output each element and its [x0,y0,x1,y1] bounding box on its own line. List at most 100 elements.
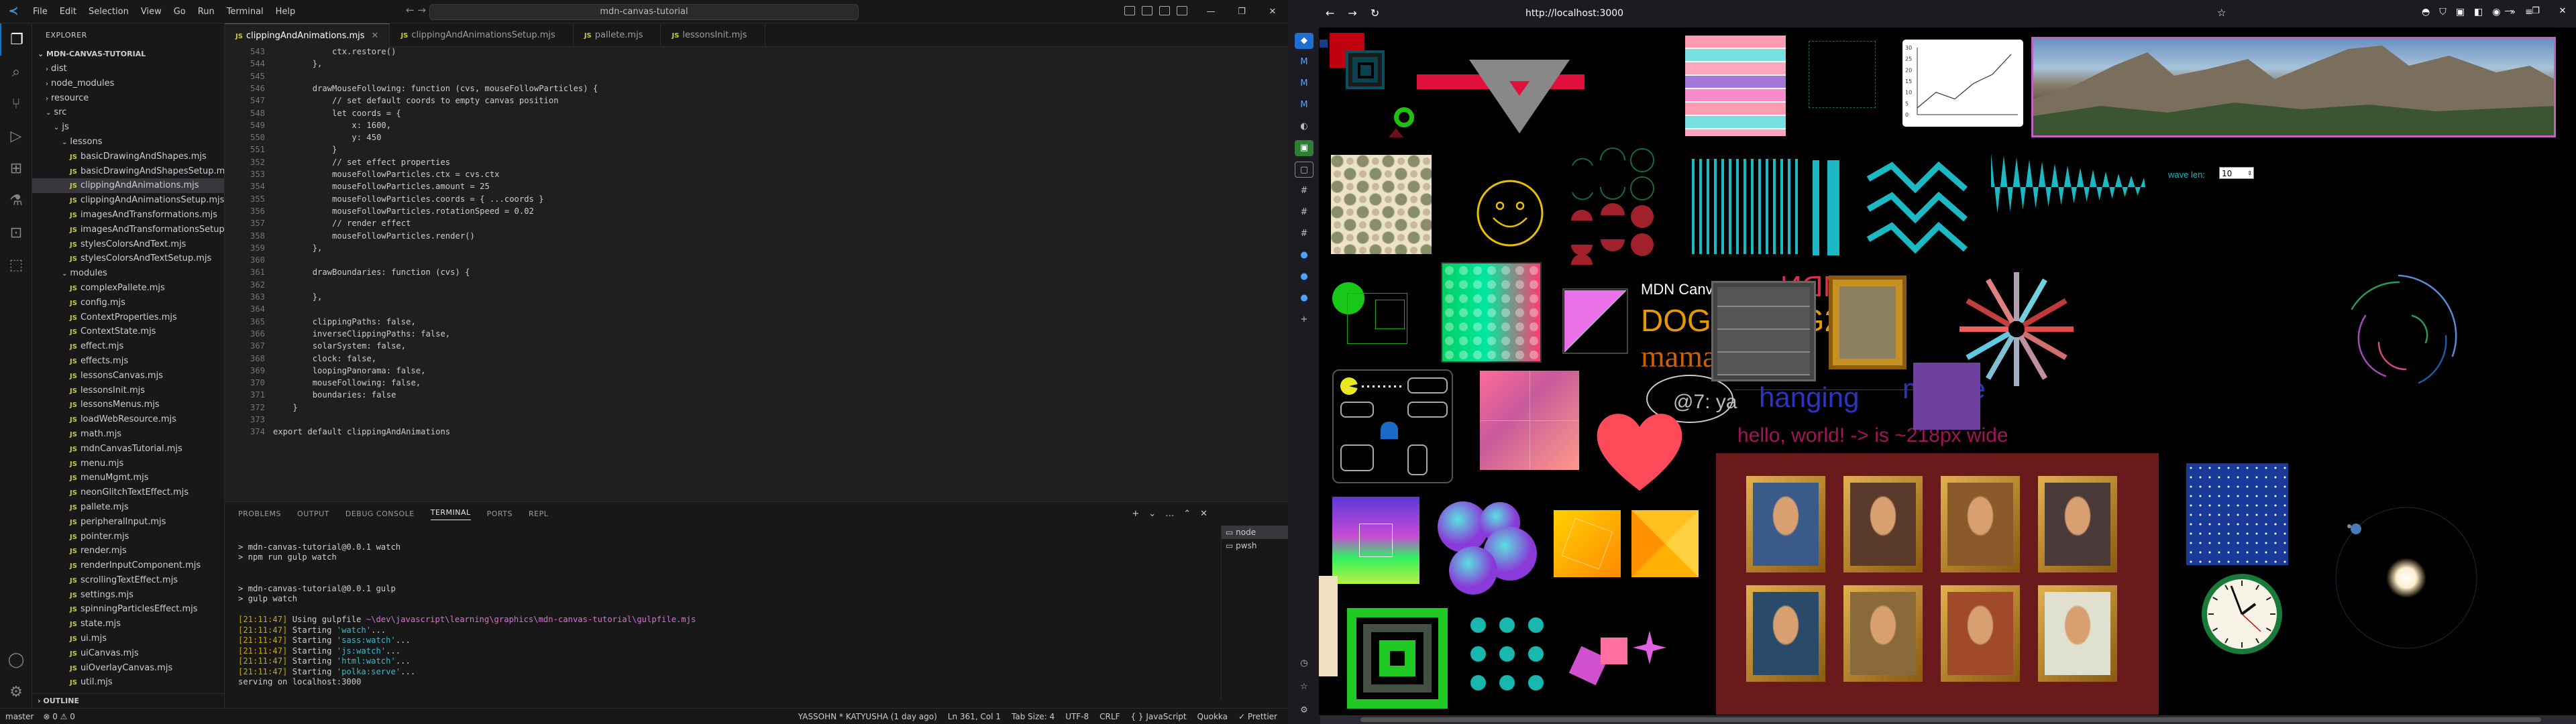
tab-close-icon[interactable]: ✕ [372,31,379,41]
tree-item[interactable]: JS settings.mjs [32,588,224,603]
tree-item[interactable]: JS config.mjs [32,296,224,310]
menu-go[interactable]: Go [168,7,192,17]
minimize-icon[interactable]: — [2496,0,2522,23]
extensions-icon[interactable]: ⊞ [0,152,32,184]
tree-item[interactable]: JS clippingAndAnimationsSetup.mjs [32,193,224,208]
horizontal-scrollbar[interactable] [1320,715,2576,724]
sidebar-m-icon[interactable]: M [1295,54,1313,70]
tree-item[interactable]: JS loadWebResource.mjs [32,412,224,427]
tree-item[interactable]: JS ContextState.mjs [32,324,224,339]
tree-item[interactable]: JS lessonsCanvas.mjs [32,369,224,383]
outline-section[interactable]: › OUTLINE [32,693,224,708]
tree-item[interactable]: JS lessonsMenus.mjs [32,398,224,412]
panel-tab-repl[interactable]: REPL [529,509,548,518]
tree-item[interactable]: JS imagesAndTransformations.mjs [32,208,224,223]
sidebar-bookmark-icon[interactable]: ☆ [1295,679,1313,695]
tree-item[interactable]: › resource [32,91,224,106]
maximize-icon[interactable]: ❐ [2522,0,2549,23]
tree-item[interactable]: JS spinningParticlesEffect.mjs [32,602,224,617]
testing-icon[interactable]: ⚗ [0,184,32,217]
sidebar-settings-icon[interactable]: ⚙ [1295,703,1313,719]
close-icon[interactable]: ✕ [1200,509,1208,519]
plus-icon[interactable]: + [1132,509,1139,519]
tutorial-canvas[interactable]: 30 25 20 15 10 5 0 wave len: 10 ⇕ MDN Ca… [1319,27,2576,715]
tree-item[interactable]: JS mdnCanvasTutorial.mjs [32,442,224,457]
tree-item[interactable]: ⌄ js [32,120,224,135]
settings-gear-icon[interactable]: ⚙ [0,676,32,708]
account-icon[interactable]: ◯ [0,644,32,676]
reload-icon[interactable]: ↻ [1371,7,1379,19]
editor-tab[interactable]: JS clippingAndAnimations.mjs ✕ [225,23,390,47]
menu-view[interactable]: View [135,7,168,17]
status-item[interactable]: master [5,712,34,721]
panel-tab-ports[interactable]: PORTS [487,509,513,518]
more-icon[interactable]: … [1165,509,1174,519]
layout-icon[interactable] [1142,6,1152,15]
terminal-output[interactable]: > mdn-canvas-tutorial@0.0.1 watch > npm r… [238,532,1218,688]
code-editor[interactable]: 543 ctx.restore() 544 }, 545 546 drawMouseF… [225,47,1288,496]
layout-icon[interactable] [1159,6,1170,15]
tree-item[interactable]: JS math.mjs [32,427,224,442]
menu-file[interactable]: File [27,7,54,17]
tree-item[interactable]: › node_modules [32,76,224,91]
status-item[interactable]: UTF-8 [1065,712,1089,721]
editor-tab[interactable]: JS pallete.mjs [574,23,661,47]
tree-item[interactable]: JS effects.mjs [32,354,224,369]
minimize-icon[interactable]: — [1195,0,1226,23]
pocket-icon[interactable]: ◓ [2422,7,2430,17]
menu-selection[interactable]: Selection [83,7,135,17]
tree-item[interactable]: JS render.mjs [32,544,224,558]
remote-icon[interactable]: ⊡ [0,217,32,249]
panel-tab-debug-console[interactable]: DEBUG CONSOLE [345,509,415,518]
tree-item[interactable]: JS scrollingTextEffect.mjs [32,573,224,588]
sidebar-app-icon[interactable]: ◆ [1295,33,1313,49]
terminal-instance[interactable]: ▭ pwsh [1222,539,1288,552]
panel-tab-problems[interactable]: PROBLEMS [238,509,281,518]
tree-item[interactable]: JS uiCanvas.mjs [32,646,224,661]
menu-edit[interactable]: Edit [54,7,83,17]
tree-item[interactable]: JS effect.mjs [32,339,224,354]
status-item[interactable]: ⊗ 0 ⚠ 0 [43,712,75,721]
tree-item[interactable]: JS basicDrawingAndShapesSetup.mjs [32,164,224,179]
sidebar-green-icon[interactable]: ▣ [1295,140,1313,156]
menu-help[interactable]: Help [270,7,302,17]
sidebar-circle-icon[interactable]: ● [1295,269,1313,285]
sidebar-add-icon[interactable]: + [1295,312,1313,328]
status-item[interactable]: Tab Size: 4 [1012,712,1055,721]
tree-item[interactable]: ⌄ lessons [32,135,224,149]
tree-item[interactable]: JS lessonsInit.mjs [32,383,224,398]
sidebar-hash-icon[interactable]: # [1295,183,1313,199]
spinner-icon[interactable]: ⇕ [2247,168,2253,180]
maximize-icon[interactable]: ⌃ [1183,509,1191,519]
sidebar-circle-icon[interactable]: ● [1295,247,1313,263]
status-item[interactable]: CRLF [1099,712,1120,721]
command-center[interactable]: mdn-canvas-tutorial [429,4,859,20]
tree-item[interactable]: JS menuMgmt.mjs [32,471,224,485]
status-item[interactable]: Quokka [1197,712,1228,721]
extension-icon[interactable]: ◧ [2474,7,2483,17]
bookmark-star-icon[interactable]: ☆ [2217,7,2226,19]
docker-icon[interactable]: ⬚ [0,249,32,281]
nav-arrows[interactable]: ← → [406,4,426,16]
scrollbar-thumb[interactable] [1360,717,2541,722]
sidebar-m-icon[interactable]: M [1295,76,1313,92]
shield-icon[interactable]: ⛉ [2439,7,2447,17]
layout-toggle-icons[interactable] [1124,6,1187,15]
tree-item[interactable]: JS peripheralInput.mjs [32,515,224,530]
editor-tab[interactable]: JS lessonsInit.mjs [661,23,765,47]
status-item[interactable]: ✓ Prettier [1238,712,1277,721]
status-item[interactable]: { } JavaScript [1130,712,1186,721]
status-item[interactable]: YASSOHN * KATYUSHA (1 day ago) [798,712,937,721]
tree-item[interactable]: JSimagesAndTransformationsSetup.mjs [32,223,224,237]
tree-item[interactable]: JS clippingAndAnimations.mjs [32,178,224,194]
tree-item[interactable]: JS stylesColorsAndText.mjs [32,237,224,252]
panel-tab-terminal[interactable]: TERMINAL [430,508,471,520]
tree-item[interactable]: JS menu.mjs [32,457,224,471]
explorer-root-folder[interactable]: ⌄ MDN-CANVAS-TUTORIAL [32,47,224,62]
editor-tab[interactable]: JS clippingAndAnimationsSetup.mjs [390,23,574,47]
sidebar-hash-icon[interactable]: # [1295,204,1313,221]
forward-icon[interactable]: → [1348,7,1356,19]
tree-item[interactable]: JS uiOverlayCanvas.mjs [32,661,224,676]
tree-item[interactable]: JS basicDrawingAndShapes.mjs [32,149,224,164]
sidebar-circle-icon[interactable]: ● [1295,290,1313,306]
